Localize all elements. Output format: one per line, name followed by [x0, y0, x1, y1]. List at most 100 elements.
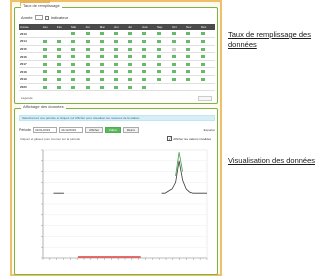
month-cell[interactable] — [185, 52, 200, 61]
invalid-values-checkbox[interactable]: ✓ — [167, 136, 173, 141]
month-cell[interactable] — [41, 30, 56, 39]
month-cell[interactable] — [84, 52, 99, 61]
month-cell[interactable] — [84, 37, 99, 46]
month-cell[interactable] — [126, 75, 142, 84]
month-cell[interactable] — [156, 52, 171, 61]
month-cell[interactable] — [98, 52, 113, 61]
month-cell[interactable] — [98, 75, 113, 84]
month-cell[interactable] — [170, 67, 186, 77]
month-cell[interactable] — [126, 60, 142, 69]
month-cell[interactable] — [55, 52, 71, 61]
month-cell[interactable] — [112, 75, 127, 84]
month-cell[interactable] — [156, 75, 171, 84]
month-cell[interactable] — [55, 75, 71, 84]
month-cell[interactable] — [141, 67, 157, 77]
export-link[interactable]: Exporter — [204, 128, 215, 132]
month-cell[interactable] — [98, 37, 113, 46]
month-cell[interactable] — [55, 83, 71, 92]
month-cell[interactable] — [126, 45, 142, 54]
month-cell[interactable] — [170, 45, 186, 54]
month-cell[interactable] — [41, 37, 56, 46]
time-series-chart[interactable] — [17, 142, 215, 272]
month-cell[interactable] — [55, 60, 71, 69]
month-cell[interactable] — [141, 60, 157, 69]
month-cell[interactable] — [41, 45, 56, 54]
indicator-checkbox[interactable] — [44, 15, 49, 20]
month-cell[interactable] — [41, 67, 56, 77]
month-cell[interactable] — [126, 52, 142, 61]
filter-button[interactable]: Filtrer — [105, 126, 121, 133]
year-select[interactable] — [34, 15, 43, 20]
month-cell[interactable] — [199, 83, 215, 92]
month-cell[interactable] — [98, 83, 113, 92]
month-cell[interactable] — [156, 30, 171, 39]
month-cell[interactable] — [141, 37, 157, 46]
month-cell[interactable] — [141, 83, 157, 92]
month-cell[interactable] — [98, 67, 113, 77]
month-cell[interactable] — [112, 83, 127, 92]
month-cell[interactable] — [199, 45, 215, 54]
month-cell[interactable] — [84, 45, 99, 54]
month-cell[interactable] — [156, 37, 171, 46]
month-cell[interactable] — [41, 75, 56, 84]
month-cell[interactable] — [55, 30, 71, 39]
month-cell[interactable] — [199, 30, 215, 39]
month-cell[interactable] — [185, 75, 200, 84]
month-cell[interactable] — [141, 75, 157, 84]
date-to-input[interactable]: 31/12/2019 — [59, 126, 84, 133]
month-cell[interactable] — [185, 30, 200, 39]
month-cell[interactable] — [70, 60, 85, 69]
month-cell[interactable] — [98, 60, 113, 69]
month-cell[interactable] — [70, 30, 85, 39]
month-cell[interactable] — [141, 52, 157, 61]
month-cell[interactable] — [170, 30, 186, 39]
month-cell[interactable] — [70, 52, 85, 61]
month-cell[interactable] — [185, 83, 200, 92]
month-cell[interactable] — [84, 60, 99, 69]
month-cell[interactable] — [112, 37, 127, 46]
month-cell[interactable] — [156, 67, 171, 77]
month-cell[interactable] — [199, 67, 215, 77]
month-cell[interactable] — [156, 45, 171, 54]
month-cell[interactable] — [170, 52, 186, 61]
month-cell[interactable] — [199, 52, 215, 61]
month-cell[interactable] — [126, 30, 142, 39]
month-cell[interactable] — [112, 60, 127, 69]
month-cell[interactable] — [185, 67, 200, 77]
month-cell[interactable] — [141, 30, 157, 39]
month-cell[interactable] — [70, 37, 85, 46]
show-button[interactable]: Afficher — [85, 126, 104, 133]
month-cell[interactable] — [199, 75, 215, 84]
month-cell[interactable] — [126, 37, 142, 46]
month-cell[interactable] — [41, 52, 56, 61]
date-from-input[interactable]: 01/01/2019 — [33, 126, 58, 133]
month-cell[interactable] — [55, 45, 71, 54]
month-cell[interactable] — [170, 83, 186, 92]
month-cell[interactable] — [70, 67, 85, 77]
month-cell[interactable] — [55, 67, 71, 77]
month-cell[interactable] — [84, 83, 99, 92]
month-cell[interactable] — [84, 30, 99, 39]
month-cell[interactable] — [41, 83, 56, 92]
month-cell[interactable] — [156, 60, 171, 69]
month-cell[interactable] — [199, 37, 215, 46]
month-cell[interactable] — [112, 45, 127, 54]
month-cell[interactable] — [199, 60, 215, 69]
month-cell[interactable] — [98, 30, 113, 39]
month-cell[interactable] — [70, 75, 85, 84]
month-cell[interactable] — [126, 67, 142, 77]
month-cell[interactable] — [84, 67, 99, 77]
month-cell[interactable] — [156, 83, 171, 92]
month-cell[interactable] — [170, 75, 186, 84]
table-pager[interactable] — [198, 96, 212, 101]
month-cell[interactable] — [55, 37, 71, 46]
month-cell[interactable] — [126, 83, 142, 92]
month-cell[interactable] — [98, 45, 113, 54]
month-cell[interactable] — [170, 37, 186, 46]
reset-button[interactable]: Réinit. — [122, 126, 140, 133]
month-cell[interactable] — [170, 60, 186, 69]
month-cell[interactable] — [112, 52, 127, 61]
month-cell[interactable] — [185, 45, 200, 54]
month-cell[interactable] — [41, 60, 56, 69]
month-cell[interactable] — [185, 60, 200, 69]
